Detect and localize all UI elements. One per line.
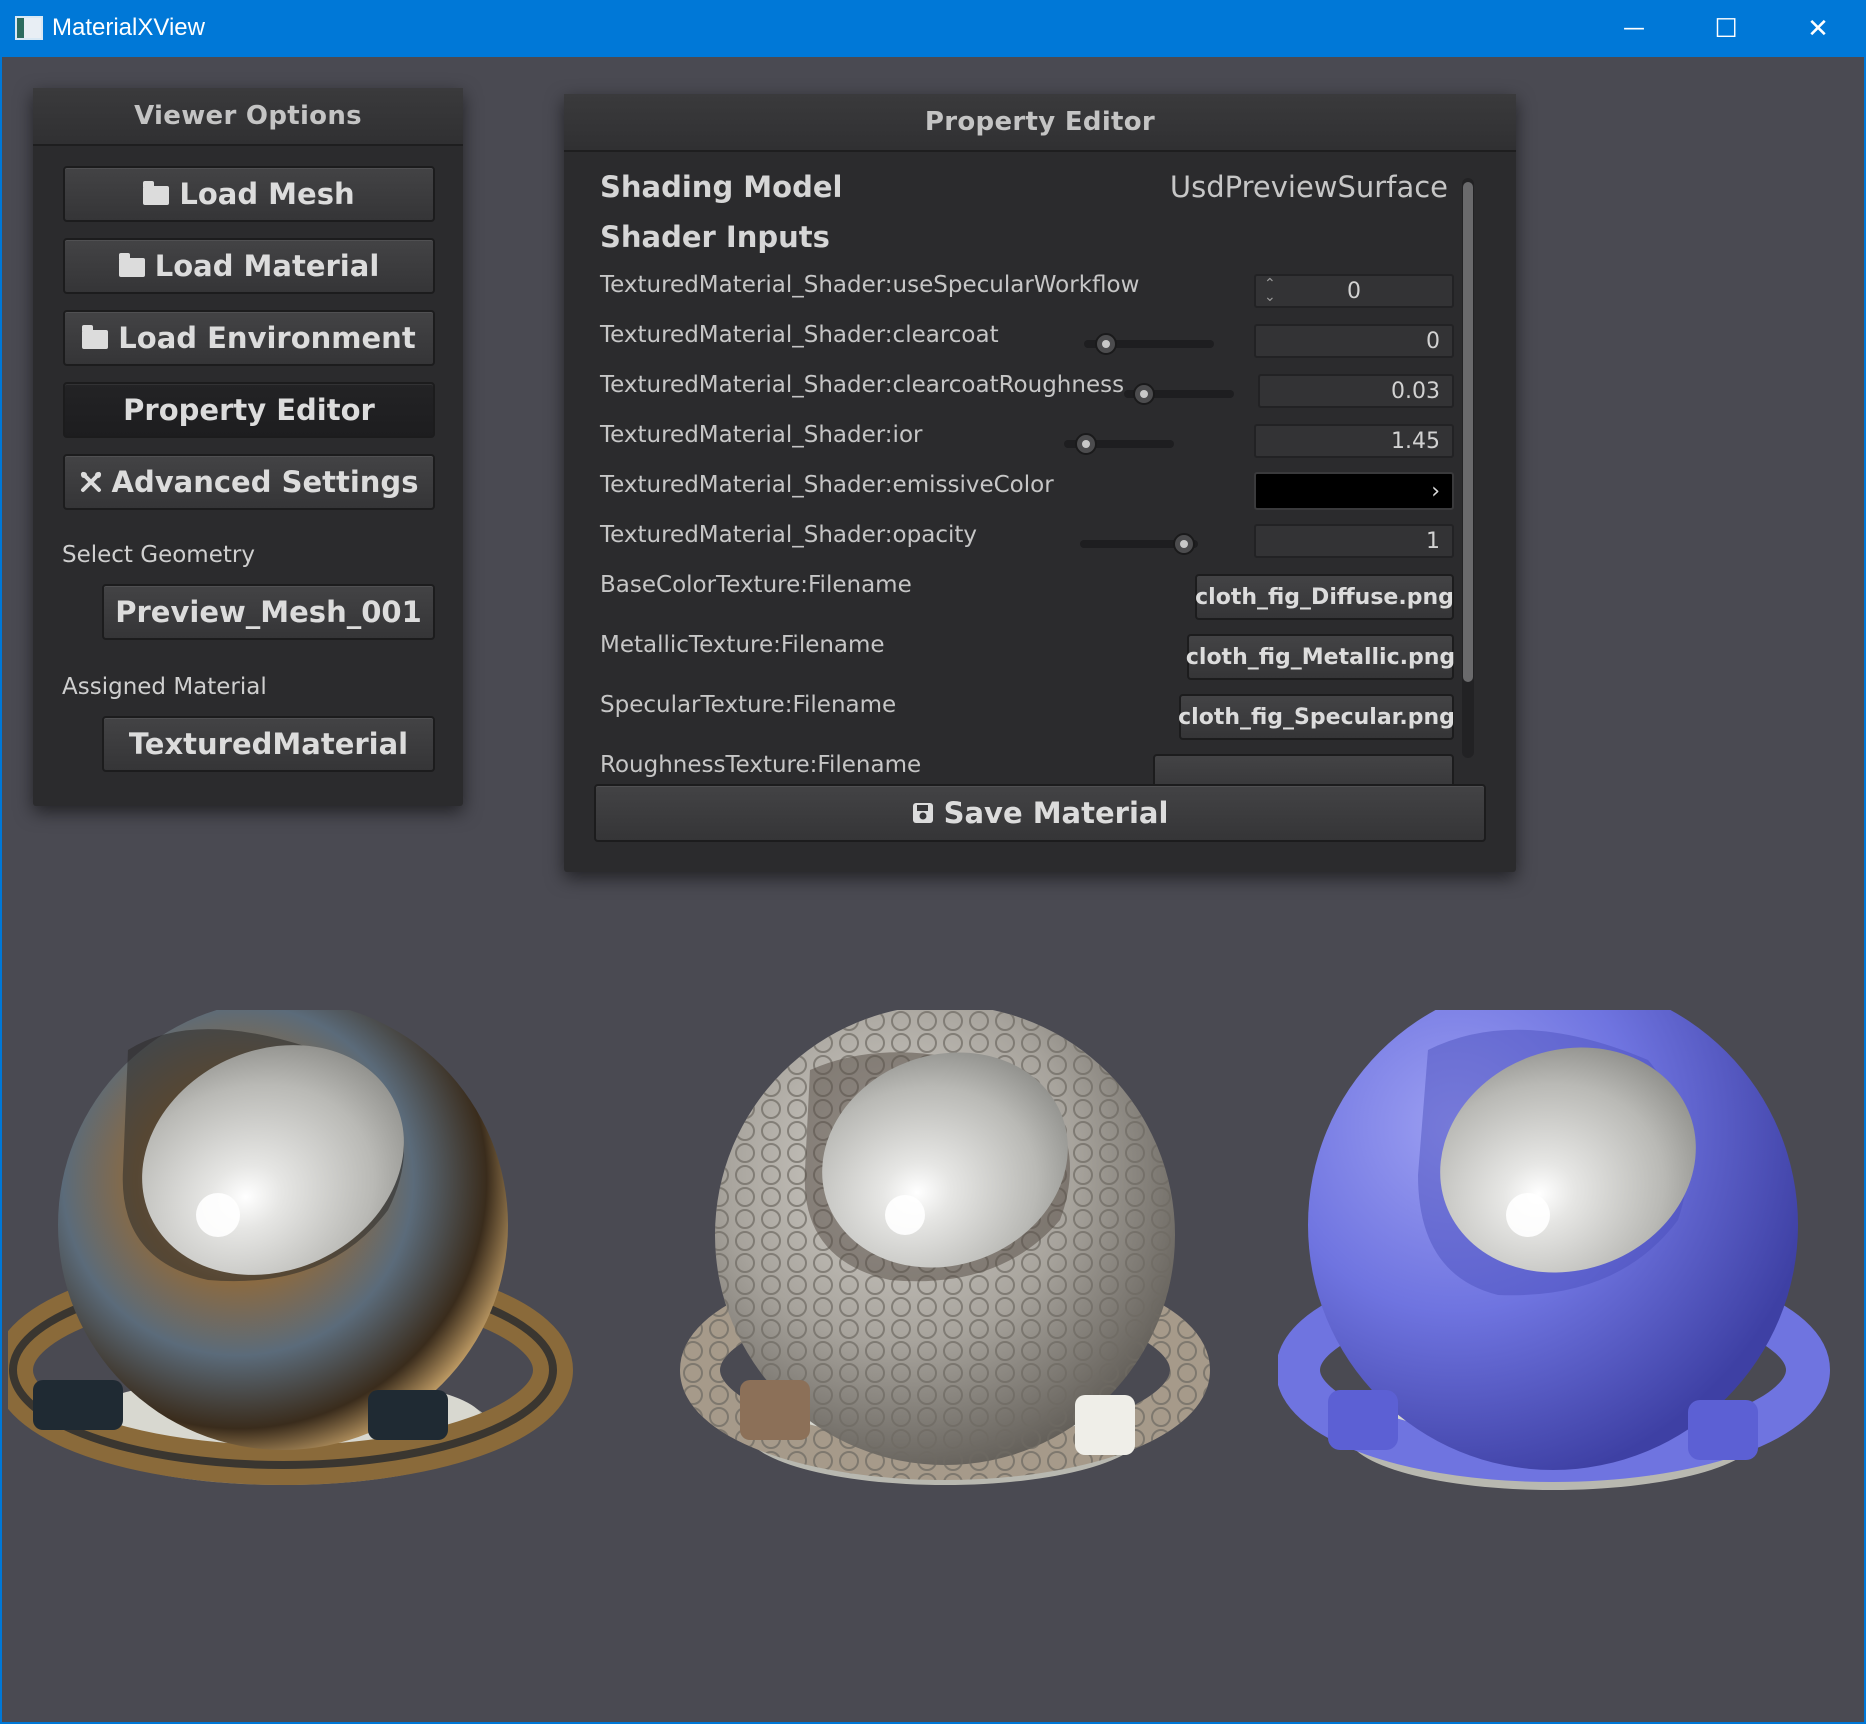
advanced-settings-button[interactable]: Advanced Settings xyxy=(63,454,435,510)
ior-value: 1.45 xyxy=(1391,428,1440,454)
select-geometry-label: Select Geometry xyxy=(62,542,255,568)
clearcoatroughness-slider-knob[interactable] xyxy=(1133,383,1155,405)
minimize-button[interactable]: — xyxy=(1588,0,1680,57)
save-material-button[interactable]: Save Material xyxy=(594,784,1486,842)
input-label-clearcoat: TexturedMaterial_Shader:clearcoat xyxy=(600,322,999,348)
usespecularworkflow-value: 0 xyxy=(1347,278,1361,304)
emissivecolor-swatch[interactable]: › xyxy=(1254,472,1454,510)
ior-field[interactable]: 1.45 xyxy=(1254,424,1454,458)
viewer-options-panel: Viewer Options Load Mesh Load Material L… xyxy=(33,88,463,806)
basecolortexture-filename: cloth_fig_Diffuse.png xyxy=(1195,584,1454,610)
viewer-options-header[interactable]: Viewer Options xyxy=(33,88,463,146)
usespecularworkflow-stepper[interactable]: ⌃ ⌄ 0 xyxy=(1254,274,1454,308)
maximize-icon: ☐ xyxy=(1714,13,1738,44)
load-mesh-button[interactable]: Load Mesh xyxy=(63,166,435,222)
roughnesstexture-file-button[interactable] xyxy=(1153,754,1454,788)
load-environment-label: Load Environment xyxy=(118,321,416,355)
shader-inputs-label: Shader Inputs xyxy=(600,220,830,254)
property-editor-header[interactable]: Property Editor xyxy=(564,94,1516,152)
opacity-field[interactable]: 1 xyxy=(1254,524,1454,558)
purple-material-sample xyxy=(1278,1010,1830,1490)
opacity-slider[interactable] xyxy=(1080,533,1198,555)
input-label-basecolortexture: BaseColorTexture:Filename xyxy=(600,572,912,598)
clearcoat-slider-knob[interactable] xyxy=(1095,333,1117,355)
input-label-usespecularworkflow: TexturedMaterial_Shader:useSpecularWorkf… xyxy=(600,272,1140,298)
minimize-icon: — xyxy=(1623,16,1645,41)
input-label-clearcoatroughness: TexturedMaterial_Shader:clearcoatRoughne… xyxy=(600,372,1125,398)
opacity-value: 1 xyxy=(1426,528,1440,554)
input-label-ior: TexturedMaterial_Shader:ior xyxy=(600,422,923,448)
speculartexture-filename: cloth_fig_Specular.png xyxy=(1178,704,1455,730)
window-title: MaterialXView xyxy=(52,14,205,41)
material-select-button[interactable]: TexturedMaterial xyxy=(102,716,435,772)
shading-model-label: Shading Model xyxy=(600,170,843,204)
clearcoat-field[interactable]: 0 xyxy=(1254,324,1454,358)
load-material-button[interactable]: Load Material xyxy=(63,238,435,294)
clearcoatroughness-value: 0.03 xyxy=(1391,378,1440,404)
folder-icon xyxy=(82,324,109,349)
property-editor-toggle-label: Property Editor xyxy=(123,393,375,427)
assigned-material-label: Assigned Material xyxy=(62,674,267,700)
close-icon: ✕ xyxy=(1807,13,1829,44)
material-select-value: TexturedMaterial xyxy=(128,727,409,761)
ior-slider-knob[interactable] xyxy=(1075,433,1097,455)
load-mesh-label: Load Mesh xyxy=(179,177,355,211)
shading-model-value: UsdPreviewSurface xyxy=(1169,170,1448,204)
clearcoatroughness-slider[interactable] xyxy=(1124,383,1234,405)
folder-icon xyxy=(143,180,170,205)
save-icon xyxy=(912,802,934,824)
property-editor-scroll-area[interactable]: Shading Model UsdPreviewSurface Shader I… xyxy=(564,154,1464,788)
cloth-material-sample xyxy=(680,1010,1210,1485)
clearcoat-value: 0 xyxy=(1426,328,1440,354)
close-button[interactable]: ✕ xyxy=(1772,0,1864,57)
tools-icon xyxy=(80,471,102,493)
metallictexture-filename: cloth_fig_Metallic.png xyxy=(1185,644,1456,670)
maximize-button[interactable]: ☐ xyxy=(1680,0,1772,57)
input-label-emissivecolor: TexturedMaterial_Shader:emissiveColor xyxy=(600,472,1054,498)
opacity-slider-knob[interactable] xyxy=(1173,533,1195,555)
property-editor-toggle-button[interactable]: Property Editor xyxy=(63,382,435,438)
speculartexture-file-button[interactable]: cloth_fig_Specular.png xyxy=(1178,694,1455,740)
chrome-material-sample xyxy=(8,1010,573,1485)
metallictexture-file-button[interactable]: cloth_fig_Metallic.png xyxy=(1185,634,1456,680)
input-label-metallictexture: MetallicTexture:Filename xyxy=(600,632,885,658)
input-label-opacity: TexturedMaterial_Shader:opacity xyxy=(600,522,977,548)
app-icon xyxy=(15,16,43,40)
property-editor-panel: Property Editor Shading Model UsdPreview… xyxy=(564,94,1516,872)
load-environment-button[interactable]: Load Environment xyxy=(63,310,435,366)
load-material-label: Load Material xyxy=(154,249,380,283)
property-editor-scrollbar[interactable] xyxy=(1462,178,1474,758)
title-bar: MaterialXView — ☐ ✕ xyxy=(0,0,1866,57)
save-material-label: Save Material xyxy=(943,796,1169,830)
clearcoat-slider[interactable] xyxy=(1084,333,1214,355)
input-label-roughnesstexture: RoughnessTexture:Filename xyxy=(600,752,922,778)
chevron-right-icon[interactable]: › xyxy=(1431,479,1440,504)
folder-icon xyxy=(118,252,145,277)
input-label-speculartexture: SpecularTexture:Filename xyxy=(600,692,897,718)
basecolortexture-file-button[interactable]: cloth_fig_Diffuse.png xyxy=(1195,574,1454,620)
geometry-select-button[interactable]: Preview_Mesh_001 xyxy=(102,584,435,640)
geometry-select-value: Preview_Mesh_001 xyxy=(115,595,422,629)
advanced-settings-label: Advanced Settings xyxy=(111,465,419,499)
clearcoatroughness-field[interactable]: 0.03 xyxy=(1258,374,1454,408)
scrollbar-thumb[interactable] xyxy=(1463,182,1473,682)
render-viewport[interactable] xyxy=(0,900,1866,1720)
ior-slider[interactable] xyxy=(1064,433,1174,455)
